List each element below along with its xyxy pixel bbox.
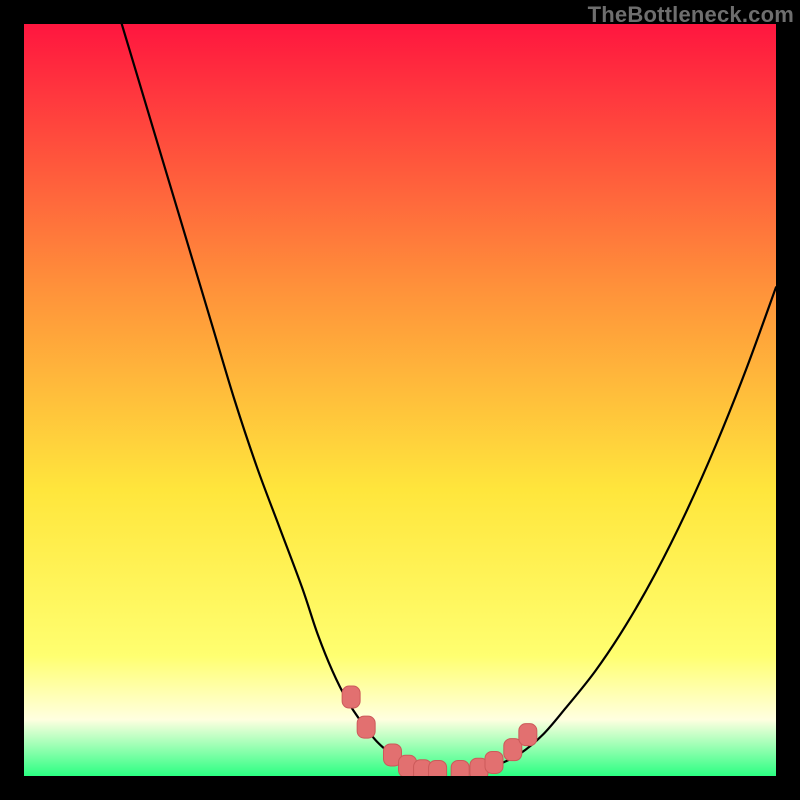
marker-6 <box>429 760 447 776</box>
marker-7 <box>451 760 469 776</box>
chart-frame: TheBottleneck.com <box>0 0 800 800</box>
marker-11 <box>519 724 537 746</box>
gradient-background <box>24 24 776 776</box>
marker-2 <box>357 716 375 738</box>
watermark-text: TheBottleneck.com <box>588 2 794 28</box>
chart-svg <box>24 24 776 776</box>
plot-area <box>24 24 776 776</box>
marker-9 <box>485 751 503 773</box>
marker-1 <box>342 686 360 708</box>
